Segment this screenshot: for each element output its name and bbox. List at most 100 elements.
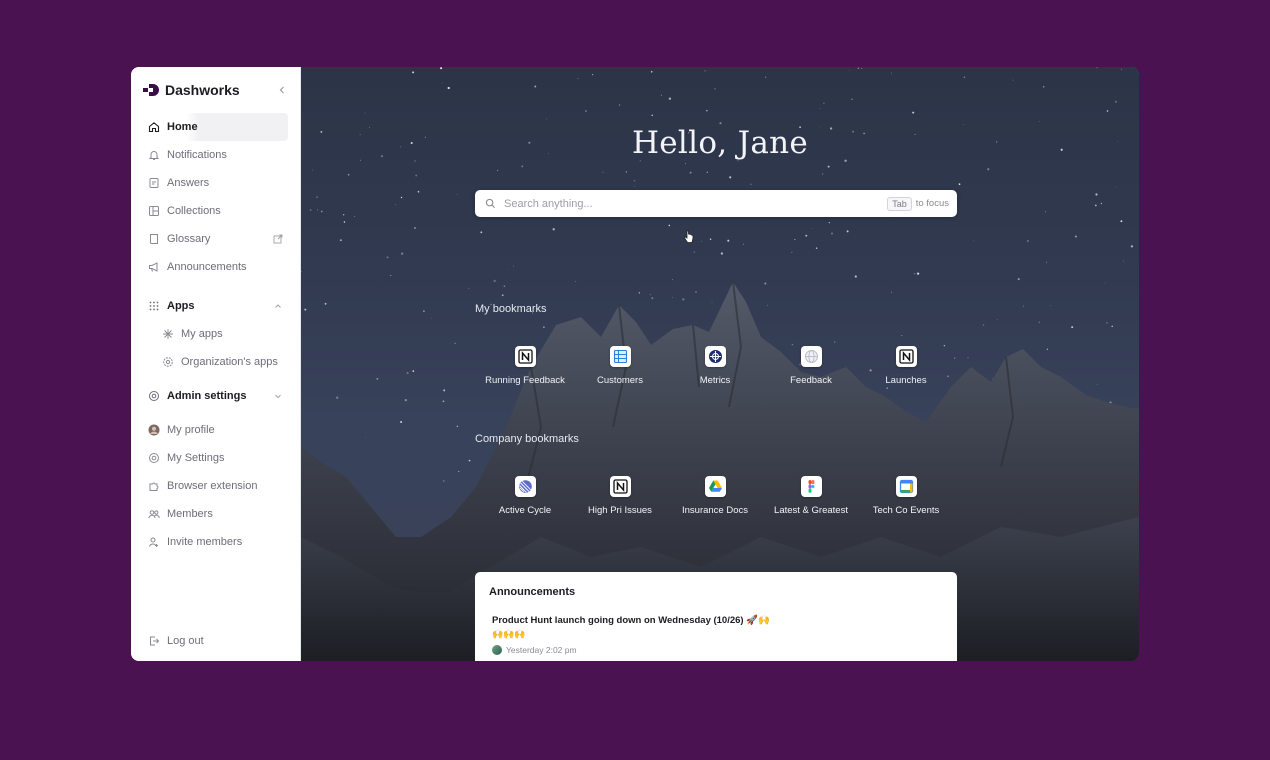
nav-my-profile[interactable]: My profile bbox=[143, 416, 288, 444]
avatar bbox=[147, 424, 160, 437]
nav-members[interactable]: Members bbox=[143, 500, 288, 528]
dashworks-logo bbox=[143, 84, 159, 96]
bookmark-active-cycle[interactable]: Active Cycle bbox=[475, 476, 575, 516]
settings-icon bbox=[147, 452, 160, 465]
sidebar: Dashworks Home Notifications Answers Col… bbox=[131, 67, 301, 661]
nav-answers[interactable]: Answers bbox=[143, 169, 288, 197]
notion-icon bbox=[609, 476, 631, 497]
answers-icon bbox=[147, 177, 160, 190]
mouse-pointer-icon bbox=[683, 230, 694, 243]
collapse-sidebar-button[interactable] bbox=[274, 82, 290, 98]
nav-members-label: Members bbox=[167, 508, 213, 520]
bookmark-launches[interactable]: Launches bbox=[856, 346, 956, 386]
sparkle-icon bbox=[161, 328, 174, 341]
chevron-up-icon[interactable] bbox=[272, 300, 284, 312]
megaphone-icon bbox=[147, 261, 160, 274]
bookmark-label: Active Cycle bbox=[498, 505, 552, 516]
my-bookmarks-row: Running Feedback Customers Metrics Feedb… bbox=[475, 346, 957, 396]
nav-glossary-label: Glossary bbox=[167, 233, 211, 245]
puzzle-icon bbox=[147, 480, 160, 493]
members-icon bbox=[147, 508, 160, 521]
bell-icon bbox=[147, 149, 160, 162]
bookmark-label: Customers bbox=[597, 375, 643, 386]
search-input[interactable] bbox=[502, 196, 888, 211]
nav-invite-members-label: Invite members bbox=[167, 536, 243, 548]
search-bar[interactable]: Tab to focus bbox=[475, 190, 957, 217]
notion-icon bbox=[895, 346, 917, 367]
brand-name: Dashworks bbox=[165, 82, 240, 98]
bookmark-label: Running Feedback bbox=[485, 375, 565, 386]
announcements-card: Announcements Product Hunt launch going … bbox=[475, 572, 957, 661]
home-main: Hello, Jane Tab to focus My bookmarks Ru… bbox=[301, 67, 1139, 661]
company-bookmarks-title: Company bookmarks bbox=[475, 433, 579, 445]
spreadsheet-icon bbox=[609, 346, 631, 367]
notion-icon bbox=[514, 346, 536, 367]
nav-admin-settings[interactable]: Admin settings bbox=[143, 382, 288, 410]
nav-browser-extension-label: Browser extension bbox=[167, 480, 258, 492]
globe-icon bbox=[800, 346, 822, 367]
nav-browser-extension[interactable]: Browser extension bbox=[143, 472, 288, 500]
nav-home[interactable]: Home bbox=[143, 113, 288, 141]
my-bookmarks-title: My bookmarks bbox=[475, 303, 547, 315]
bookmark-customers[interactable]: Customers bbox=[570, 346, 670, 386]
bookmark-running-feedback[interactable]: Running Feedback bbox=[475, 346, 575, 386]
nav-collections[interactable]: Collections bbox=[143, 197, 288, 225]
bookmark-insurance-docs[interactable]: Insurance Docs bbox=[665, 476, 765, 516]
nav-notifications[interactable]: Notifications bbox=[143, 141, 288, 169]
nav-apps-label: Apps bbox=[167, 300, 195, 312]
logout-icon bbox=[147, 635, 160, 648]
google-drive-icon bbox=[704, 476, 726, 497]
announcement-title: Product Hunt launch going down on Wednes… bbox=[492, 615, 770, 626]
tab-shortcut-key: Tab bbox=[887, 196, 912, 211]
calendar-icon bbox=[895, 476, 917, 497]
bookmark-metrics[interactable]: Metrics bbox=[665, 346, 765, 386]
home-icon bbox=[147, 121, 160, 134]
bookmark-label: Feedback bbox=[790, 375, 832, 386]
bookmark-feedback[interactable]: Feedback bbox=[761, 346, 861, 386]
nav-my-apps[interactable]: My apps bbox=[157, 320, 288, 348]
chevron-left-icon bbox=[279, 86, 284, 94]
search-icon bbox=[485, 198, 496, 209]
chevron-down-icon[interactable] bbox=[272, 390, 284, 402]
nav-invite-members[interactable]: Invite members bbox=[143, 528, 288, 556]
logout-section: Log out bbox=[131, 627, 300, 655]
logout-label: Log out bbox=[167, 635, 204, 647]
bookmark-high-pri-issues[interactable]: High Pri Issues bbox=[570, 476, 670, 516]
brand-header: Dashworks bbox=[131, 67, 300, 113]
linear-icon bbox=[514, 476, 536, 497]
bookmark-label: Metrics bbox=[699, 375, 731, 386]
announcement-item[interactable]: Product Hunt launch going down on Wednes… bbox=[489, 615, 943, 655]
book-icon bbox=[147, 233, 160, 246]
settings-icon bbox=[147, 390, 160, 403]
nav-notifications-label: Notifications bbox=[167, 149, 227, 161]
logout-button[interactable]: Log out bbox=[143, 627, 288, 655]
nav-announcements-label: Announcements bbox=[167, 261, 247, 273]
nav-organization-apps[interactable]: Organization's apps bbox=[157, 348, 288, 376]
external-link-icon[interactable] bbox=[272, 233, 284, 245]
nav-home-label: Home bbox=[167, 121, 198, 133]
gear-icon bbox=[161, 356, 174, 369]
app-window: Dashworks Home Notifications Answers Col… bbox=[131, 67, 1139, 661]
nav-organization-apps-label: Organization's apps bbox=[181, 356, 278, 368]
bookmark-latest-greatest[interactable]: Latest & Greatest bbox=[761, 476, 861, 516]
announcement-emoji: 🙌🙌🙌 bbox=[492, 629, 526, 639]
nav-announcements[interactable]: Announcements bbox=[143, 253, 288, 281]
bookmark-tech-co-events[interactable]: Tech Co Events bbox=[856, 476, 956, 516]
grid-icon bbox=[147, 300, 160, 313]
nav-my-settings[interactable]: My Settings bbox=[143, 444, 288, 472]
avatar bbox=[492, 645, 502, 655]
figma-icon bbox=[800, 476, 822, 497]
metrics-icon bbox=[704, 346, 726, 367]
nav-apps[interactable]: Apps bbox=[143, 292, 288, 320]
tab-shortcut-hint: to focus bbox=[915, 198, 949, 209]
nav-glossary[interactable]: Glossary bbox=[143, 225, 288, 253]
announcement-meta: Yesterday 2:02 pm bbox=[489, 645, 943, 655]
bookmark-label: Insurance Docs bbox=[681, 505, 748, 516]
greeting: Hello, Jane bbox=[631, 125, 809, 161]
announcements-title: Announcements bbox=[489, 586, 576, 598]
nav-admin-settings-label: Admin settings bbox=[167, 390, 247, 402]
invite-icon bbox=[147, 536, 160, 549]
bookmark-label: Launches bbox=[885, 375, 927, 386]
bookmark-label: High Pri Issues bbox=[588, 505, 652, 516]
